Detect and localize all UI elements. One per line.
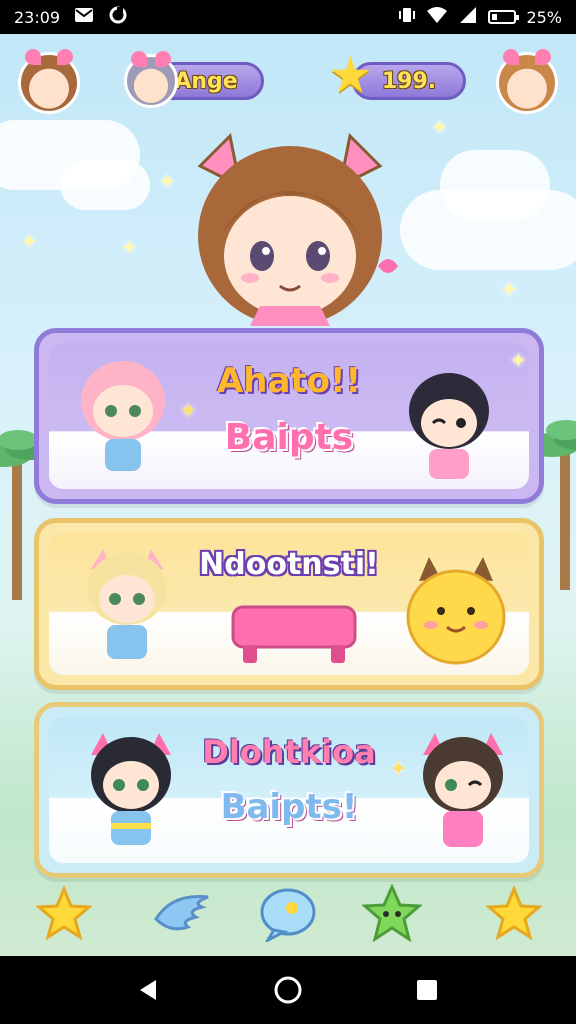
clock: 23:09: [14, 7, 61, 27]
yellow-blob-pet: [406, 557, 506, 665]
player-name: Ange: [174, 68, 238, 94]
signal-icon: [458, 6, 478, 28]
sparkle-icon: ✦: [500, 278, 519, 303]
blonde-cat-ear-character: [87, 549, 167, 659]
wifi-icon: [426, 6, 448, 28]
battery-icon: [488, 10, 520, 24]
back-icon[interactable]: [127, 968, 171, 1012]
mail-icon: [74, 7, 94, 27]
sparkle-icon: ✦: [389, 757, 408, 782]
sparkle-icon: ✦: [158, 170, 177, 195]
profile-avatar[interactable]: [496, 49, 558, 114]
sparkle-icon: ✦: [430, 116, 449, 141]
friend-avatar[interactable]: [124, 51, 178, 108]
bottom-toolbar: [0, 872, 576, 956]
sparkle-icon: ✦: [20, 230, 39, 255]
hero-character: [197, 132, 398, 326]
pink-bench-item: [231, 605, 357, 663]
sparkle-icon: ✦: [179, 399, 198, 424]
star-face-icon[interactable]: [362, 884, 422, 944]
sparkle-icon: ✦: [120, 236, 139, 261]
black-hair-cat-ear-character: [91, 733, 171, 845]
sync-icon: [108, 5, 128, 29]
star-currency-icon: ★: [328, 46, 373, 104]
home-icon[interactable]: [266, 968, 310, 1012]
mode-card-3[interactable]: Dlohtkioa Baipts! ✦: [34, 702, 544, 878]
recents-icon[interactable]: [405, 968, 449, 1012]
mode-card-1[interactable]: Ahato!! Baipts ✦ ✦: [34, 328, 544, 504]
chat-bubble-icon[interactable]: [258, 884, 318, 944]
player-avatar[interactable]: [18, 49, 80, 114]
wing-icon[interactable]: [152, 884, 212, 944]
black-hair-character: [409, 373, 489, 479]
mode-card-2[interactable]: Ndootnsti!: [34, 518, 544, 690]
status-bar: 23:09 25%: [0, 0, 576, 34]
sparkle-icon: ✦: [509, 349, 528, 374]
coin-value: 199.: [381, 68, 437, 94]
navigation-bar: [0, 956, 576, 1024]
cloud: [60, 160, 150, 210]
battery-text: 25%: [526, 7, 562, 27]
vibrate-icon: [398, 6, 416, 28]
star-icon[interactable]: [34, 884, 94, 944]
star-icon[interactable]: [484, 884, 544, 944]
cloud: [440, 150, 550, 220]
pink-hair-character: [81, 361, 165, 471]
brown-hair-cat-ear-character: [423, 733, 503, 847]
